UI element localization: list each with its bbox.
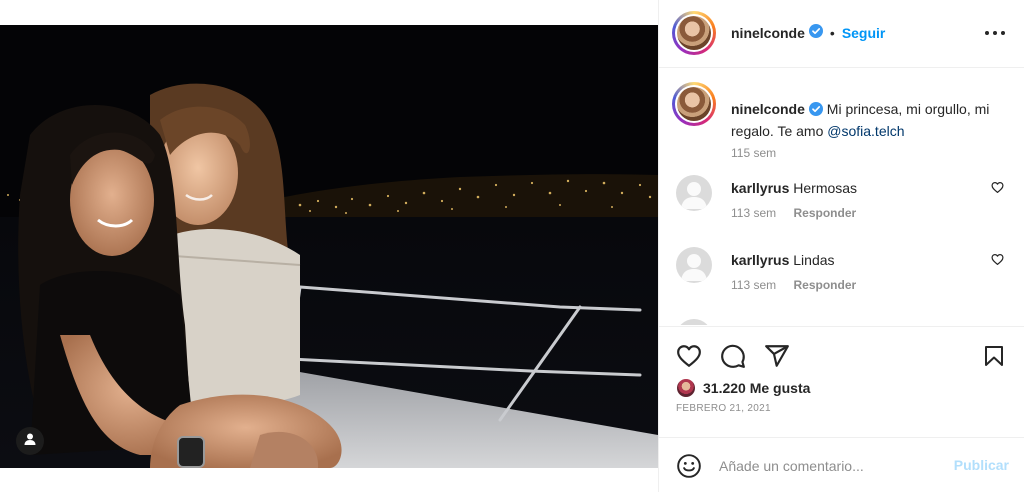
reply-button[interactable]: Responder: [793, 278, 856, 292]
comment-timestamp: 113 sem: [731, 278, 777, 292]
comment-like-heart-icon[interactable]: [991, 253, 1004, 271]
caption-timestamp: 115 sem: [731, 146, 777, 160]
photo-illustration: [0, 25, 658, 468]
reply-button[interactable]: Responder: [793, 206, 856, 220]
commenter-avatar[interactable]: [676, 175, 712, 211]
comment-icon[interactable]: [720, 343, 746, 374]
bookmark-icon[interactable]: [982, 343, 1006, 374]
verified-badge-icon: [808, 101, 823, 121]
comment-meta: 113 sem Responder: [731, 278, 856, 292]
comment-username[interactable]: karllyrus: [731, 180, 789, 196]
emoji-icon[interactable]: [676, 453, 702, 484]
separator-dot: •: [829, 24, 835, 41]
comment-item: karllyrus Hermosas 113 sem Responder: [676, 175, 1016, 235]
caption-text: ninelconde Mi princesa, mi orgullo, mi r…: [731, 99, 1011, 141]
liker-avatar[interactable]: [676, 378, 696, 398]
commenter-avatar[interactable]: [676, 319, 712, 325]
comment-content: karllyrus Lindas: [731, 251, 835, 269]
likes-count[interactable]: 31.220 Me gusta: [703, 380, 810, 396]
comment-like-heart-icon[interactable]: [991, 181, 1004, 199]
commenter-avatar[interactable]: [676, 247, 712, 283]
author-username[interactable]: ninelconde: [731, 25, 805, 41]
caption-author-username[interactable]: ninelconde: [731, 101, 805, 117]
user-tag-icon: [23, 432, 37, 451]
comment-input[interactable]: [719, 455, 939, 477]
comment-username[interactable]: karllyrus: [731, 252, 789, 268]
user-tag-button[interactable]: [16, 427, 44, 455]
post-photo[interactable]: [0, 25, 658, 468]
share-icon[interactable]: [764, 343, 790, 374]
comment-meta: 113 sem Responder: [731, 206, 856, 220]
post-actions: 31.220 Me gusta FEBRERO 21, 2021: [659, 326, 1024, 436]
comment-item-partial: [676, 319, 1016, 325]
publish-button[interactable]: Publicar: [954, 457, 1009, 473]
post-media-pane: [0, 0, 658, 492]
author-avatar[interactable]: [672, 11, 716, 55]
follow-button[interactable]: Seguir: [842, 25, 886, 41]
comment-text: Hermosas: [793, 180, 858, 196]
more-options-icon[interactable]: [985, 23, 1005, 43]
post-sidebar: ninelconde • Seguir ninelconde Mi prince…: [658, 0, 1024, 492]
comments-list[interactable]: ninelconde Mi princesa, mi orgullo, mi r…: [659, 69, 1024, 325]
caption-author-avatar[interactable]: [672, 82, 716, 126]
verified-badge-icon: [808, 24, 823, 41]
comment-item: karllyrus Lindas 113 sem Responder: [676, 247, 1016, 307]
comment-timestamp: 113 sem: [731, 206, 777, 220]
caption-mention-link[interactable]: @sofia.telch: [827, 123, 904, 139]
post-header: ninelconde • Seguir: [659, 0, 1024, 68]
comment-text: Lindas: [793, 252, 835, 268]
heart-icon[interactable]: [676, 343, 702, 374]
likes-summary: 31.220 Me gusta: [676, 378, 810, 398]
post-date: FEBRERO 21, 2021: [676, 403, 771, 414]
comment-content: karllyrus Hermosas: [731, 179, 857, 197]
add-comment-bar: Publicar: [659, 437, 1024, 492]
